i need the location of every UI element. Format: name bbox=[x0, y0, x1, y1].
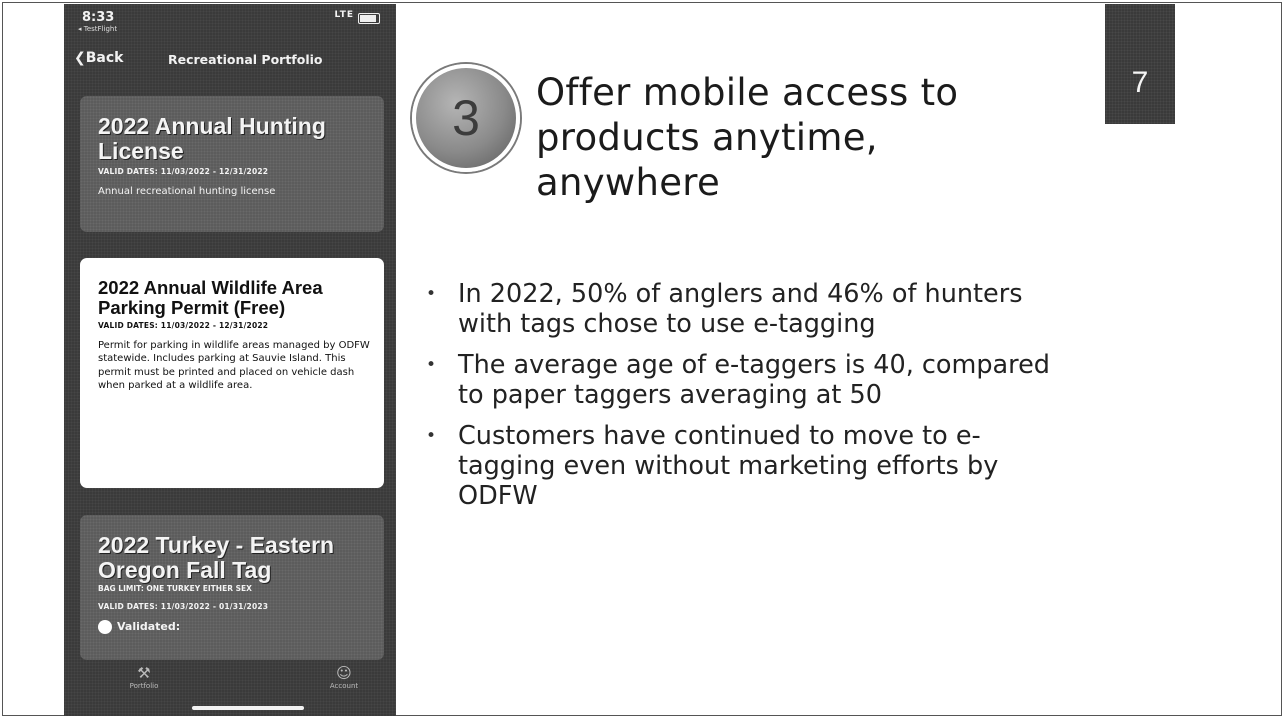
license-card-hunting[interactable]: 2022 Annual Hunting License VALID DATES:… bbox=[80, 96, 384, 232]
phone-screenshot: 8:33 ◂ TestFlight LTE ❮Back Recreational… bbox=[64, 4, 396, 716]
back-button-label: Back bbox=[85, 50, 124, 66]
validated-toggle[interactable]: Validated: bbox=[98, 619, 370, 634]
nav-bar: ❮Back Recreational Portfolio bbox=[64, 50, 396, 72]
card-description: Annual recreational hunting license bbox=[98, 185, 276, 197]
card-description: Permit for parking in wildlife areas man… bbox=[98, 339, 370, 392]
page-number-box: 7 bbox=[1105, 4, 1175, 124]
card-valid-dates: VALID DATES: 11/03/2022 - 12/31/2022 bbox=[98, 320, 269, 330]
card-valid-dates: VALID DATES: 11/03/2022 - 01/31/2023 bbox=[98, 601, 269, 611]
license-card-turkey-tag[interactable]: 2022 Turkey - Eastern Oregon Fall Tag BA… bbox=[80, 515, 384, 660]
tab-label: Account bbox=[329, 682, 359, 690]
card-title: 2022 Annual Wildlife Area Parking Permit… bbox=[98, 277, 323, 318]
step-number: 3 bbox=[452, 90, 480, 146]
back-button[interactable]: ❮Back bbox=[74, 50, 123, 66]
status-bar: 8:33 ◂ TestFlight LTE bbox=[64, 4, 396, 36]
status-time: 8:33 bbox=[82, 10, 115, 25]
account-icon: ☺ bbox=[336, 664, 352, 682]
card-title: 2022 Turkey - Eastern Oregon Fall Tag bbox=[98, 532, 335, 583]
bullet-item: In 2022, 50% of anglers and 46% of hunte… bbox=[426, 279, 1066, 339]
card-bag-limit: BAG LIMIT: ONE TURKEY EITHER SEX bbox=[98, 583, 252, 593]
radio-icon bbox=[98, 619, 112, 634]
validated-label: Validated: bbox=[117, 620, 181, 634]
signal-indicator: LTE bbox=[334, 10, 354, 20]
tab-account[interactable]: ☺ Account bbox=[304, 664, 384, 690]
battery-icon bbox=[358, 13, 380, 24]
license-card-parking-permit[interactable]: 2022 Annual Wildlife Area Parking Permit… bbox=[80, 258, 384, 488]
tab-label: Portfolio bbox=[129, 682, 159, 690]
home-indicator[interactable] bbox=[192, 706, 304, 710]
bullet-item: The average age of e-taggers is 40, comp… bbox=[426, 350, 1066, 410]
bullet-item: Customers have continued to move to e-ta… bbox=[426, 421, 1066, 511]
slide-heading: Offer mobile access to products anytime,… bbox=[536, 71, 959, 204]
back-to-app-link[interactable]: ◂ TestFlight bbox=[78, 25, 117, 33]
step-number-badge: 3 bbox=[412, 64, 520, 172]
tab-portfolio[interactable]: ⚒ Portfolio bbox=[104, 664, 184, 690]
portfolio-icon: ⚒ bbox=[137, 664, 151, 682]
card-valid-dates: VALID DATES: 11/03/2022 - 12/31/2022 bbox=[98, 166, 269, 176]
bullet-list: In 2022, 50% of anglers and 46% of hunte… bbox=[426, 279, 1066, 522]
tab-bar: ⚒ Portfolio ☺ Account bbox=[64, 664, 396, 704]
page-number: 7 bbox=[1131, 66, 1149, 99]
card-title: 2022 Annual Hunting License bbox=[98, 113, 326, 164]
nav-title: Recreational Portfolio bbox=[168, 52, 323, 67]
chevron-left-icon: ❮ bbox=[74, 50, 86, 66]
